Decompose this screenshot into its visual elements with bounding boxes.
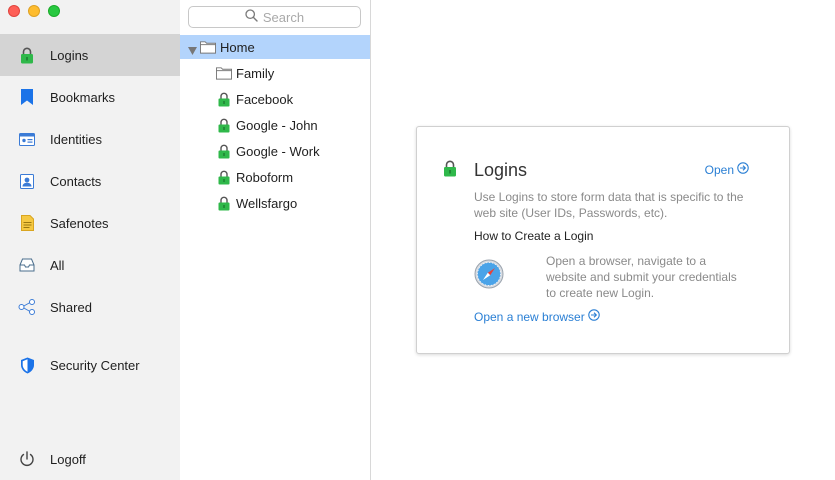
tree-item-label: Facebook bbox=[236, 91, 294, 107]
tree-item[interactable]: Facebook bbox=[180, 87, 370, 111]
tree-item-label: Family bbox=[236, 65, 275, 81]
sidebar-item-bookmarks[interactable]: Bookmarks bbox=[0, 76, 180, 118]
sidebar-item-safenotes[interactable]: Safenotes bbox=[0, 202, 180, 244]
tree-item-label: Google - John bbox=[236, 117, 318, 133]
card-title: Logins bbox=[474, 160, 528, 180]
item-list-pane: Search Home Family Facebook Google - Joh… bbox=[180, 0, 371, 480]
lock-icon bbox=[216, 117, 232, 133]
sidebar-item-shared[interactable]: Shared bbox=[0, 286, 180, 328]
shield-icon bbox=[18, 356, 36, 374]
inbox-icon bbox=[18, 256, 36, 274]
logins-info-card: Logins Open Use Logins to store form dat… bbox=[416, 126, 790, 354]
lock-icon bbox=[216, 169, 232, 185]
lock-icon bbox=[216, 91, 232, 107]
tree-item[interactable]: Google - Work bbox=[180, 139, 370, 163]
card-description: Use Logins to store form data that is sp… bbox=[474, 190, 744, 220]
zoom-window-button[interactable] bbox=[48, 5, 60, 17]
sidebar-item-label: Shared bbox=[50, 299, 92, 315]
arrow-circle-right-icon bbox=[587, 309, 600, 324]
sidebar-item-label: Safenotes bbox=[50, 215, 109, 231]
sidebar-item-logoff[interactable]: Logoff bbox=[0, 438, 180, 480]
power-icon bbox=[18, 450, 36, 468]
tree-item-label: Home bbox=[220, 39, 255, 55]
sidebar-item-label: Identities bbox=[50, 131, 103, 147]
sidebar: Logins Bookmarks Identities Contacts Saf… bbox=[0, 0, 180, 480]
tree-item[interactable]: Wellsfargo bbox=[180, 191, 370, 215]
close-window-button[interactable] bbox=[8, 5, 20, 17]
search-placeholder: Search bbox=[262, 9, 305, 25]
tree-item-label: Roboform bbox=[236, 169, 294, 185]
tree-item[interactable]: Google - John bbox=[180, 113, 370, 137]
sidebar-item-contacts[interactable]: Contacts bbox=[0, 160, 180, 202]
sidebar-item-all[interactable]: All bbox=[0, 244, 180, 286]
window-controls bbox=[8, 5, 60, 17]
open-link-label: Open bbox=[704, 162, 734, 177]
lock-icon bbox=[443, 160, 457, 180]
folder-icon bbox=[216, 65, 232, 81]
bookmark-icon bbox=[18, 88, 36, 106]
search-input[interactable]: Search bbox=[188, 6, 361, 28]
note-icon bbox=[18, 214, 36, 232]
open-link[interactable]: Open bbox=[705, 162, 749, 177]
arrow-circle-right-icon bbox=[737, 162, 749, 177]
sidebar-item-identities[interactable]: Identities bbox=[0, 118, 180, 160]
open-new-browser-link[interactable]: Open a new browser bbox=[474, 309, 600, 324]
sidebar-item-label: All bbox=[50, 257, 65, 273]
contact-icon bbox=[18, 172, 36, 190]
search-icon bbox=[245, 9, 258, 25]
id-card-icon bbox=[18, 130, 36, 148]
tree-item-label: Google - Work bbox=[236, 143, 320, 159]
folder-icon bbox=[200, 39, 216, 55]
tree-item[interactable]: Roboform bbox=[180, 165, 370, 189]
sidebar-item-security-center[interactable]: Security Center bbox=[0, 344, 180, 386]
disclosure-triangle-icon[interactable] bbox=[188, 43, 197, 58]
lock-icon bbox=[216, 143, 232, 159]
tree-item[interactable]: Family bbox=[180, 61, 370, 85]
safari-compass-icon bbox=[474, 259, 504, 292]
tree-item-label: Wellsfargo bbox=[236, 195, 298, 211]
sidebar-item-label: Contacts bbox=[50, 173, 102, 189]
tree-item-home[interactable]: Home bbox=[180, 35, 370, 59]
lock-icon bbox=[216, 195, 232, 211]
open-new-browser-label: Open a new browser bbox=[474, 309, 585, 324]
howto-steps: Open a browser, navigate to a website an… bbox=[546, 254, 737, 300]
sidebar-item-label: Logoff bbox=[50, 451, 86, 467]
sidebar-item-logins[interactable]: Logins bbox=[0, 34, 180, 76]
sidebar-item-label: Bookmarks bbox=[50, 89, 116, 105]
minimize-window-button[interactable] bbox=[28, 5, 40, 17]
lock-icon bbox=[18, 46, 36, 64]
sidebar-item-label: Logins bbox=[50, 47, 89, 63]
howto-heading: How to Create a Login bbox=[474, 229, 594, 243]
sidebar-item-label: Security Center bbox=[50, 357, 140, 373]
share-icon bbox=[18, 298, 36, 316]
